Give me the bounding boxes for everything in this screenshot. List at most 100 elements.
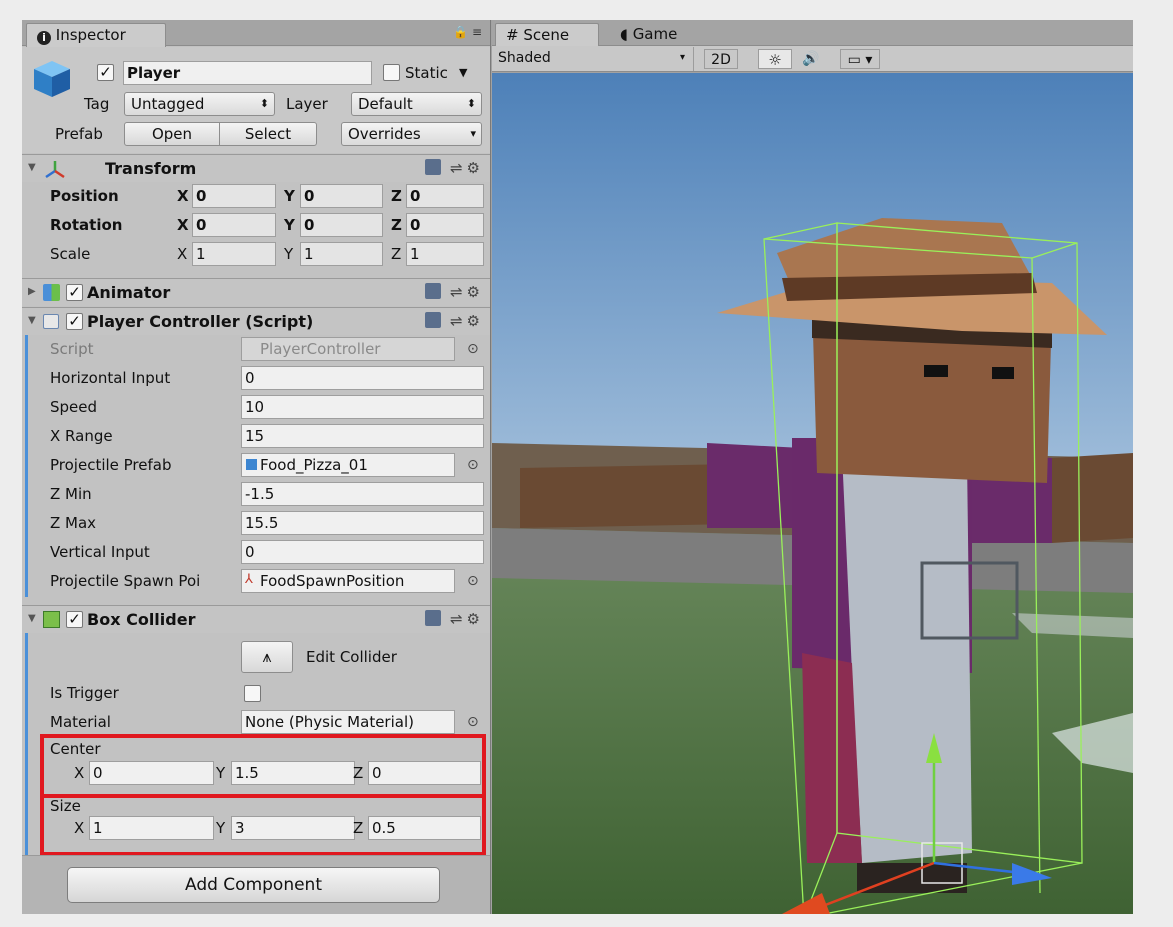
transform-title: Transform bbox=[105, 159, 197, 178]
static-checkbox[interactable] bbox=[383, 64, 400, 81]
player-controller-header[interactable]: ▼ ✓ Player Controller (Script) ⇌⚙ bbox=[22, 307, 490, 335]
object-picker-icon: ⊙ bbox=[467, 341, 479, 357]
scene-toolbar: Shaded ▾ 2D ☼ 🔊 ▭ ▾ bbox=[492, 46, 1133, 72]
lighting-toggle[interactable]: ☼ bbox=[758, 49, 792, 69]
position-y-label[interactable]: Y bbox=[284, 184, 295, 208]
z-max-label: Z Max bbox=[50, 514, 97, 532]
vertical-input-field[interactable]: 0 bbox=[241, 540, 484, 564]
rotation-x-field[interactable]: 0 bbox=[192, 213, 276, 237]
tag-value: Untagged bbox=[131, 95, 205, 113]
projectile-spawn-field[interactable]: FoodSpawnPosition bbox=[241, 569, 455, 593]
audio-toggle[interactable]: 🔊 bbox=[796, 49, 826, 69]
object-picker-icon[interactable]: ⊙ bbox=[467, 457, 479, 473]
prefab-select-button[interactable]: Select bbox=[219, 122, 317, 146]
character-eye bbox=[992, 367, 1014, 379]
object-name-field[interactable]: Player bbox=[123, 61, 372, 85]
inspector-tabstrip: i Inspector 🔒 ≡ bbox=[22, 20, 490, 47]
position-x-field[interactable]: 0 bbox=[192, 184, 276, 208]
scale-z-field[interactable]: 1 bbox=[406, 242, 484, 266]
updown-icon: ⬍ bbox=[466, 97, 476, 110]
position-x-label[interactable]: X bbox=[177, 184, 189, 208]
rotation-x-label[interactable]: X bbox=[177, 213, 189, 237]
edit-collider-button[interactable]: ⩚ bbox=[241, 641, 293, 673]
help-book-icon[interactable] bbox=[425, 283, 442, 299]
gear-icon[interactable]: ⚙ bbox=[467, 312, 484, 330]
box-collider-enabled-checkbox[interactable]: ✓ bbox=[66, 611, 83, 628]
tab-scene[interactable]: # Scene bbox=[495, 23, 599, 47]
animator-enabled-checkbox[interactable]: ✓ bbox=[66, 284, 83, 301]
foldout-closed-icon[interactable]: ▶ bbox=[28, 286, 36, 297]
foldout-open-icon[interactable]: ▼ bbox=[28, 162, 36, 173]
vertical-input-label: Vertical Input bbox=[50, 543, 150, 561]
help-book-icon[interactable] bbox=[425, 312, 442, 328]
foldout-open-icon[interactable]: ▼ bbox=[28, 613, 36, 624]
center-highlight-box bbox=[40, 734, 486, 798]
shading-mode-dropdown[interactable]: Shaded ▾ bbox=[498, 47, 694, 71]
rotation-z-field[interactable]: 0 bbox=[406, 213, 484, 237]
gear-icon[interactable]: ⚙ bbox=[467, 159, 484, 177]
player-controller-body: Script PlayerController ⊙ Horizontal Inp… bbox=[22, 335, 490, 597]
position-z-field[interactable]: 0 bbox=[406, 184, 484, 208]
is-trigger-checkbox[interactable] bbox=[244, 685, 261, 702]
tab-game[interactable]: ◖ Game bbox=[610, 23, 710, 47]
animator-header[interactable]: ▶ ✓ Animator ⇌⚙ bbox=[22, 278, 490, 306]
z-min-field[interactable]: -1.5 bbox=[241, 482, 484, 506]
tag-label: Tag bbox=[84, 95, 110, 113]
rotation-y-label[interactable]: Y bbox=[284, 213, 295, 237]
object-picker-icon[interactable]: ⊙ bbox=[467, 714, 479, 730]
scale-x-field[interactable]: 1 bbox=[192, 242, 276, 266]
preset-icon[interactable]: ⇌ bbox=[450, 312, 467, 330]
character-eye bbox=[924, 365, 948, 377]
script-label: Script bbox=[50, 340, 94, 358]
material-field[interactable]: None (Physic Material) bbox=[241, 710, 455, 734]
character-overalls-shade bbox=[802, 653, 862, 863]
transform-small-icon: ⅄ bbox=[245, 572, 253, 587]
z-min-label: Z Min bbox=[50, 485, 92, 503]
z-max-field[interactable]: 15.5 bbox=[241, 511, 484, 535]
add-component-button[interactable]: Add Component bbox=[67, 867, 440, 903]
rotation-y-field[interactable]: 0 bbox=[300, 213, 383, 237]
tag-dropdown[interactable]: Untagged ⬍ bbox=[124, 92, 275, 116]
help-book-icon[interactable] bbox=[425, 610, 442, 626]
tab-inspector[interactable]: i Inspector bbox=[26, 23, 166, 47]
scale-z-label[interactable]: Z bbox=[391, 242, 401, 266]
transform-header[interactable]: ▼ Transform ⇌⚙ bbox=[22, 154, 490, 182]
static-dropdown-icon[interactable]: ▼ bbox=[459, 61, 467, 85]
layer-dropdown[interactable]: Default ⬍ bbox=[351, 92, 482, 116]
speed-field[interactable]: 10 bbox=[241, 395, 484, 419]
scene-viewport[interactable] bbox=[492, 73, 1133, 914]
tab-game-label: Game bbox=[632, 25, 678, 43]
lock-icon[interactable]: 🔒 ≡ bbox=[453, 25, 482, 39]
horizontal-input-field[interactable]: 0 bbox=[241, 366, 484, 390]
static-label[interactable]: Static bbox=[405, 61, 448, 85]
help-book-icon[interactable] bbox=[425, 159, 442, 175]
position-y-field[interactable]: 0 bbox=[300, 184, 383, 208]
box-collider-header[interactable]: ▼ ✓ Box Collider ⇌⚙ bbox=[22, 605, 490, 633]
foldout-open-icon[interactable]: ▼ bbox=[28, 315, 36, 326]
player-controller-enabled-checkbox[interactable]: ✓ bbox=[66, 313, 83, 330]
active-checkbox[interactable]: ✓ bbox=[97, 64, 114, 81]
scale-y-label[interactable]: Y bbox=[284, 242, 293, 266]
prefab-open-button[interactable]: Open bbox=[124, 122, 220, 146]
preset-icon[interactable]: ⇌ bbox=[450, 283, 467, 301]
gear-icon[interactable]: ⚙ bbox=[467, 283, 484, 301]
object-picker-icon[interactable]: ⊙ bbox=[467, 573, 479, 589]
position-z-label[interactable]: Z bbox=[391, 184, 402, 208]
tab-inspector-label: Inspector bbox=[55, 26, 126, 44]
preset-icon[interactable]: ⇌ bbox=[450, 610, 467, 628]
rotation-z-label[interactable]: Z bbox=[391, 213, 402, 237]
projectile-prefab-field[interactable]: Food_Pizza_01 bbox=[241, 453, 455, 477]
hash-icon: # bbox=[506, 26, 519, 44]
chevron-down-icon: ▾ bbox=[679, 52, 685, 63]
gear-icon[interactable]: ⚙ bbox=[467, 610, 484, 628]
effects-toggle[interactable]: ▭ ▾ bbox=[840, 49, 880, 69]
prefab-overrides-dropdown[interactable]: Overrides ▾ bbox=[341, 122, 482, 146]
scale-x-label[interactable]: X bbox=[177, 242, 187, 266]
scale-y-field[interactable]: 1 bbox=[300, 242, 383, 266]
2d-toggle[interactable]: 2D bbox=[704, 49, 738, 69]
prefab-label: Prefab bbox=[55, 125, 103, 143]
transform-icon bbox=[45, 161, 65, 179]
projectile-spawn-label: Projectile Spawn Poi bbox=[50, 572, 201, 590]
x-range-field[interactable]: 15 bbox=[241, 424, 484, 448]
preset-icon[interactable]: ⇌ bbox=[450, 159, 467, 177]
